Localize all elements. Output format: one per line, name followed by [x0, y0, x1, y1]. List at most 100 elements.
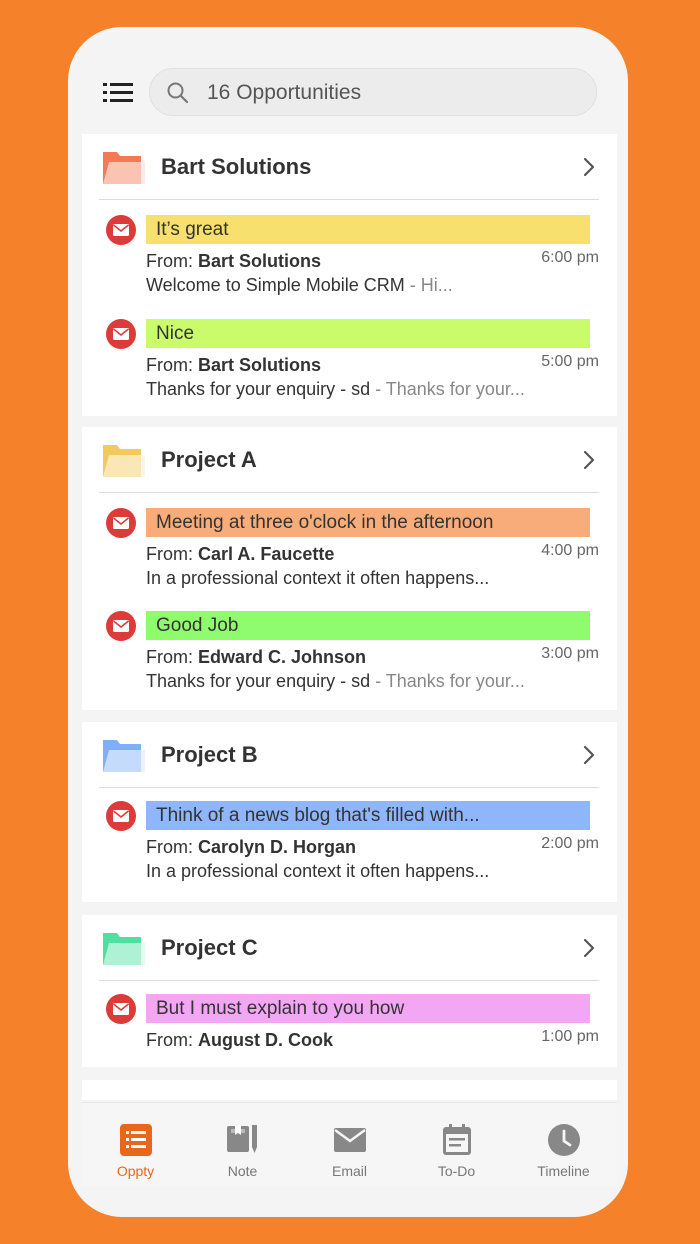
opportunity-card: Project C But I must explain to you how … [82, 915, 617, 1067]
nav-item-email[interactable]: Email [296, 1103, 403, 1186]
nav-label: Timeline [537, 1163, 590, 1179]
email-badge-icon [106, 611, 136, 641]
email-item[interactable]: It’s great From: Bart Solutions 6:00 pm … [82, 215, 617, 310]
email-preview: Thanks for your enquiry - sd - Thanks fo… [146, 671, 566, 692]
email-time: 1:00 pm [541, 1028, 599, 1045]
preview-text: Welcome to Simple Mobile CRM [146, 275, 405, 295]
preview-snippet: - Thanks for your... [370, 379, 525, 399]
email-badge-icon [106, 801, 136, 831]
nav-label: Note [227, 1163, 258, 1179]
email-preview: Thanks for your enquiry - sd - Thanks fo… [146, 379, 566, 400]
partial-card [82, 1080, 617, 1100]
opportunity-header[interactable]: Bart Solutions [82, 134, 617, 200]
from-name: August D. Cook [198, 1030, 334, 1050]
folder-icon [101, 929, 147, 967]
email-time: 5:00 pm [541, 353, 599, 370]
email-time: 6:00 pm [541, 249, 599, 266]
notebook-icon [226, 1123, 260, 1157]
chevron-right-icon[interactable] [582, 937, 596, 959]
from-name: Bart Solutions [198, 355, 322, 375]
email-item[interactable]: Nice From: Bart Solutions 5:00 pm Thanks… [82, 319, 617, 414]
envelope-icon [333, 1123, 367, 1157]
from-label: From: [146, 251, 193, 271]
divider [99, 492, 599, 493]
email-badge-icon [106, 508, 136, 538]
from-label: From: [146, 1030, 193, 1050]
email-from: From: Edward C. Johnson [146, 647, 366, 668]
email-subject: But I must explain to you how [146, 994, 590, 1023]
chevron-right-icon[interactable] [582, 744, 596, 766]
email-item[interactable]: Good Job From: Edward C. Johnson 3:00 pm… [82, 611, 617, 706]
email-subject: It’s great [146, 215, 590, 244]
preview-text: Thanks for your enquiry - sd [146, 379, 371, 399]
opportunity-header[interactable]: Project A [82, 427, 617, 493]
email-preview: In a professional context it often happe… [146, 568, 566, 589]
hamburger-menu-icon[interactable] [103, 83, 133, 103]
folder-icon [101, 148, 147, 186]
preview-text: Thanks for your enquiry - sd [146, 671, 371, 691]
email-badge-icon [106, 215, 136, 245]
email-subject: Meeting at three o'clock in the afternoo… [146, 508, 590, 537]
search-icon [166, 81, 190, 105]
preview-text: In a professional context it often happe… [146, 861, 490, 881]
folder-icon [101, 736, 147, 774]
from-name: Carl A. Faucette [198, 544, 335, 564]
nav-item-oppty[interactable]: Oppty [82, 1103, 189, 1186]
email-item[interactable]: Meeting at three o'clock in the afternoo… [82, 508, 617, 603]
from-name: Edward C. Johnson [198, 647, 367, 667]
email-from: From: Bart Solutions [146, 251, 321, 272]
email-from: From: Carolyn D. Horgan [146, 837, 356, 858]
email-subject: Good Job [146, 611, 590, 640]
from-name: Carolyn D. Horgan [198, 837, 357, 857]
email-badge-icon [106, 319, 136, 349]
opportunity-card: Project B Think of a news blog that's fi… [82, 722, 617, 902]
email-time: 2:00 pm [541, 835, 599, 852]
from-label: From: [146, 355, 193, 375]
top-bar: 16 Opportunities [68, 27, 628, 132]
email-subject: Think of a news blog that's filled with.… [146, 801, 590, 830]
from-label: From: [146, 837, 193, 857]
nav-item-note[interactable]: Note [189, 1103, 296, 1186]
email-subject: Nice [146, 319, 590, 348]
chevron-right-icon[interactable] [582, 156, 596, 178]
email-time: 4:00 pm [541, 542, 599, 559]
email-item[interactable]: Think of a news blog that's filled with.… [82, 801, 617, 896]
preview-snippet: - Hi... [404, 275, 453, 295]
phone-screen: 16 Opportunities Bart Solutions It’s gre… [68, 27, 628, 1217]
list-icon [119, 1123, 153, 1157]
divider [99, 199, 599, 200]
email-from: From: August D. Cook [146, 1030, 333, 1051]
preview-snippet: - Thanks for your... [370, 671, 525, 691]
email-preview: Welcome to Simple Mobile CRM - Hi... [146, 275, 566, 296]
search-bar[interactable]: 16 Opportunities [149, 68, 597, 116]
preview-text: In a professional context it often happe… [146, 568, 490, 588]
nav-label: Oppty [116, 1163, 155, 1179]
opportunity-title: Project C [161, 935, 258, 960]
calendar-icon [440, 1123, 474, 1157]
nav-item-timeline[interactable]: Timeline [510, 1103, 617, 1186]
nav-item-to-do[interactable]: To-Do [403, 1103, 510, 1186]
opportunity-title: Project B [161, 742, 258, 767]
email-item[interactable]: But I must explain to you how From: Augu… [82, 994, 617, 1089]
email-from: From: Carl A. Faucette [146, 544, 334, 565]
opportunity-card: Project A Meeting at three o'clock in th… [82, 427, 617, 710]
clock-icon [547, 1123, 581, 1157]
opportunity-header[interactable]: Project B [82, 722, 617, 788]
from-name: Bart Solutions [198, 251, 322, 271]
divider [99, 787, 599, 788]
search-text: 16 Opportunities [207, 81, 362, 104]
email-from: From: Bart Solutions [146, 355, 321, 376]
email-time: 3:00 pm [541, 645, 599, 662]
chevron-right-icon[interactable] [582, 449, 596, 471]
opportunity-card: Bart Solutions It’s great From: Bart Sol… [82, 134, 617, 416]
divider [99, 980, 599, 981]
folder-icon [101, 441, 147, 479]
from-label: From: [146, 544, 193, 564]
nav-label: To-Do [437, 1163, 476, 1179]
opportunity-header[interactable]: Project C [82, 915, 617, 981]
nav-label: Email [331, 1163, 367, 1179]
opportunity-title: Bart Solutions [161, 154, 312, 179]
bottom-navigation: Oppty Note Email To-Do Timeline [82, 1102, 617, 1186]
email-badge-icon [106, 994, 136, 1024]
email-preview: In a professional context it often happe… [146, 861, 566, 882]
